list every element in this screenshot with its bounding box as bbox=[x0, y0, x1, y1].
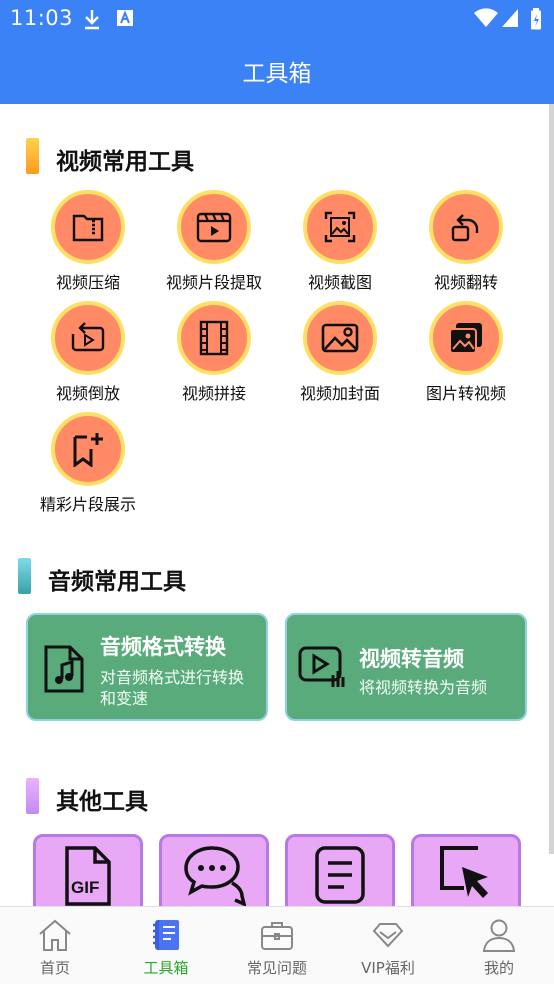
toolbox-icon bbox=[148, 917, 184, 953]
other-section-title: 其他工具 bbox=[56, 789, 148, 815]
chat-bubbles-icon bbox=[182, 845, 247, 906]
nav-label: 首页 bbox=[39, 959, 70, 977]
svg-text:GIF: GIF bbox=[71, 878, 99, 897]
tool-video-reverse[interactable]: 视频倒放 bbox=[28, 301, 148, 404]
card-title: 音频格式转换 bbox=[100, 635, 226, 659]
card-description: 将视频转换为音频 bbox=[359, 678, 488, 697]
music-file-icon bbox=[42, 643, 86, 699]
nav-item-toolbox[interactable]: 工具箱 bbox=[111, 907, 221, 984]
tool-label: 视频压缩 bbox=[55, 273, 120, 292]
image-crop-icon bbox=[303, 190, 377, 264]
audio-format-convert-card[interactable]: 音频格式转换 对音频格式进行转换 和变速 bbox=[26, 613, 268, 721]
nav-label: 常见问题 bbox=[246, 959, 307, 977]
photos-icon bbox=[429, 301, 503, 375]
diamond-icon bbox=[370, 917, 406, 953]
nav-label: 我的 bbox=[483, 959, 514, 977]
nav-item-home[interactable]: 首页 bbox=[0, 907, 110, 984]
zip-folder-icon bbox=[51, 190, 125, 264]
section-accent-bar bbox=[18, 558, 31, 594]
tool-label: 精彩片段展示 bbox=[39, 495, 136, 514]
tool-gif[interactable]: GIF bbox=[33, 834, 143, 906]
tool-document[interactable] bbox=[285, 834, 395, 906]
document-icon bbox=[314, 845, 366, 906]
page-title: 工具箱 bbox=[242, 61, 312, 87]
nav-item-vip[interactable]: VIP福利 bbox=[333, 907, 443, 984]
tool-label: 视频倒放 bbox=[55, 384, 120, 403]
tool-video-merge[interactable]: 视频拼接 bbox=[154, 301, 274, 404]
battery-icon bbox=[530, 8, 542, 34]
film-strip-icon bbox=[177, 301, 251, 375]
video-to-audio-card[interactable]: 视频转音频 将视频转换为音频 bbox=[285, 613, 527, 721]
section-accent-bar bbox=[26, 138, 39, 174]
tool-video-flip[interactable]: 视频翻转 bbox=[406, 190, 526, 293]
card-description-line2: 和变速 bbox=[100, 689, 149, 708]
tool-content[interactable]: 视频常用工具 视频压缩 视频片段提取 视频截图 视频翻转 视频倒放 视频拼接 视… bbox=[0, 104, 554, 906]
status-time: 11:03 bbox=[10, 6, 74, 30]
bottom-navigation: 首页 工具箱 常见问题 VIP福利 我的 bbox=[0, 906, 554, 984]
nav-item-profile[interactable]: 我的 bbox=[444, 907, 554, 984]
audio-section-title: 音频常用工具 bbox=[48, 569, 186, 595]
status-bar: 11:03 bbox=[0, 0, 554, 38]
bookmark-add-icon bbox=[51, 412, 125, 486]
wifi-icon bbox=[474, 8, 498, 32]
download-icon bbox=[82, 8, 102, 34]
tool-video-screenshot[interactable]: 视频截图 bbox=[280, 190, 400, 293]
video-section-title: 视频常用工具 bbox=[56, 149, 194, 175]
card-title: 视频转音频 bbox=[359, 647, 464, 671]
user-icon bbox=[481, 917, 517, 953]
tool-label: 视频截图 bbox=[307, 273, 372, 292]
image-icon bbox=[303, 301, 377, 375]
briefcase-icon bbox=[259, 917, 295, 953]
tool-label: 视频拼接 bbox=[181, 384, 246, 403]
scrollbar[interactable] bbox=[549, 104, 554, 854]
tool-select[interactable] bbox=[411, 834, 521, 906]
tool-video-clip-extract[interactable]: 视频片段提取 bbox=[154, 190, 274, 293]
nav-label: 工具箱 bbox=[143, 959, 189, 977]
tool-video-add-cover[interactable]: 视频加封面 bbox=[280, 301, 400, 404]
video-to-audio-icon bbox=[297, 645, 349, 695]
tool-label: 视频翻转 bbox=[433, 273, 498, 292]
nav-label: VIP福利 bbox=[361, 959, 415, 977]
tool-label: 视频加封面 bbox=[299, 384, 380, 403]
signal-icon bbox=[501, 8, 519, 32]
rotate-icon bbox=[429, 190, 503, 264]
gif-file-icon: GIF bbox=[63, 845, 113, 906]
card-description: 对音频格式进行转换 bbox=[100, 668, 245, 687]
cursor-select-icon bbox=[438, 845, 494, 906]
tool-image-to-video[interactable]: 图片转视频 bbox=[406, 301, 526, 404]
tool-highlight-clips[interactable]: 精彩片段展示 bbox=[28, 412, 148, 515]
app-notification-icon bbox=[116, 8, 134, 32]
tool-label: 视频片段提取 bbox=[165, 273, 262, 292]
tool-faq-chat[interactable] bbox=[159, 834, 269, 906]
home-icon bbox=[37, 917, 73, 953]
app-header: 工具箱 bbox=[0, 38, 554, 104]
section-accent-bar bbox=[26, 778, 39, 814]
clapperboard-icon bbox=[177, 190, 251, 264]
nav-item-faq[interactable]: 常见问题 bbox=[222, 907, 332, 984]
tool-label: 图片转视频 bbox=[425, 384, 506, 403]
reverse-play-icon bbox=[51, 301, 125, 375]
tool-video-compress[interactable]: 视频压缩 bbox=[28, 190, 148, 293]
